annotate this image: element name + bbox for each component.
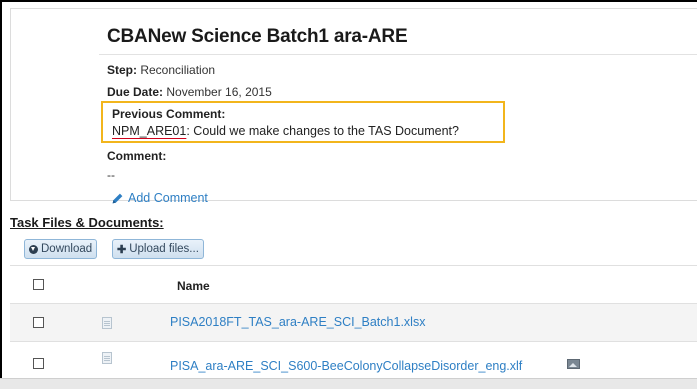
download-button[interactable]: Download xyxy=(24,239,98,259)
comment-label: Comment: xyxy=(107,149,167,163)
name-column-header[interactable]: Name xyxy=(177,279,210,293)
task-title: CBANew Science Batch1 ara-ARE xyxy=(107,26,408,47)
document-icon xyxy=(102,317,112,329)
download-circle-icon xyxy=(29,244,38,254)
pencil-icon xyxy=(112,193,123,203)
upload-button-label: Upload files... xyxy=(129,243,199,255)
row-checkbox[interactable] xyxy=(33,317,44,328)
image-icon[interactable] xyxy=(567,359,580,369)
previous-comment-text: NPM_ARE01: Could we make changes to the … xyxy=(112,124,459,138)
task-detail-screen: CBANew Science Batch1 ara-ARE Step: Reco… xyxy=(2,2,697,389)
table-header-row: Name xyxy=(10,265,697,303)
add-comment-link[interactable]: Add Comment xyxy=(111,191,208,205)
task-detail-card: CBANew Science Batch1 ara-ARE Step: Reco… xyxy=(10,8,697,205)
table-row: PISA_ara-ARE_SCI_S600-BeeColonyCollapseD… xyxy=(10,341,697,381)
file-link[interactable]: PISA_ara-ARE_SCI_S600-BeeColonyCollapseD… xyxy=(170,359,522,373)
due-date-label: Due Date: xyxy=(107,85,164,99)
previous-comment-author: NPM_ARE01 xyxy=(112,124,187,138)
bottom-scrollbar[interactable] xyxy=(0,378,697,389)
previous-comment-label: Previous Comment: xyxy=(112,107,226,121)
row-checkbox[interactable] xyxy=(33,358,44,369)
upload-files-button[interactable]: ✚ Upload files... xyxy=(112,239,204,259)
due-date-value: November 16, 2015 xyxy=(166,85,272,99)
select-all-checkbox[interactable] xyxy=(33,279,44,290)
comment-value: -- xyxy=(107,168,115,182)
step-label: Step: xyxy=(107,63,137,77)
previous-comment-box: Previous Comment: NPM_ARE01: Could we ma… xyxy=(101,101,505,143)
document-icon xyxy=(102,352,112,364)
due-date-field: Due Date: November 16, 2015 xyxy=(107,85,272,99)
table-row: PISA2018FT_TAS_ara-ARE_SCI_Batch1.xlsx xyxy=(10,303,697,341)
step-field: Step: Reconciliation xyxy=(107,63,215,77)
add-comment-label: Add Comment xyxy=(128,191,208,205)
plus-icon: ✚ xyxy=(117,243,127,256)
step-value: Reconciliation xyxy=(140,63,216,77)
previous-comment-body: : Could we make changes to the TAS Docum… xyxy=(186,124,459,138)
title-divider xyxy=(99,54,697,55)
download-button-label: Download xyxy=(41,243,93,255)
task-files-heading: Task Files & Documents: xyxy=(10,215,164,230)
file-link[interactable]: PISA2018FT_TAS_ara-ARE_SCI_Batch1.xlsx xyxy=(170,315,425,329)
